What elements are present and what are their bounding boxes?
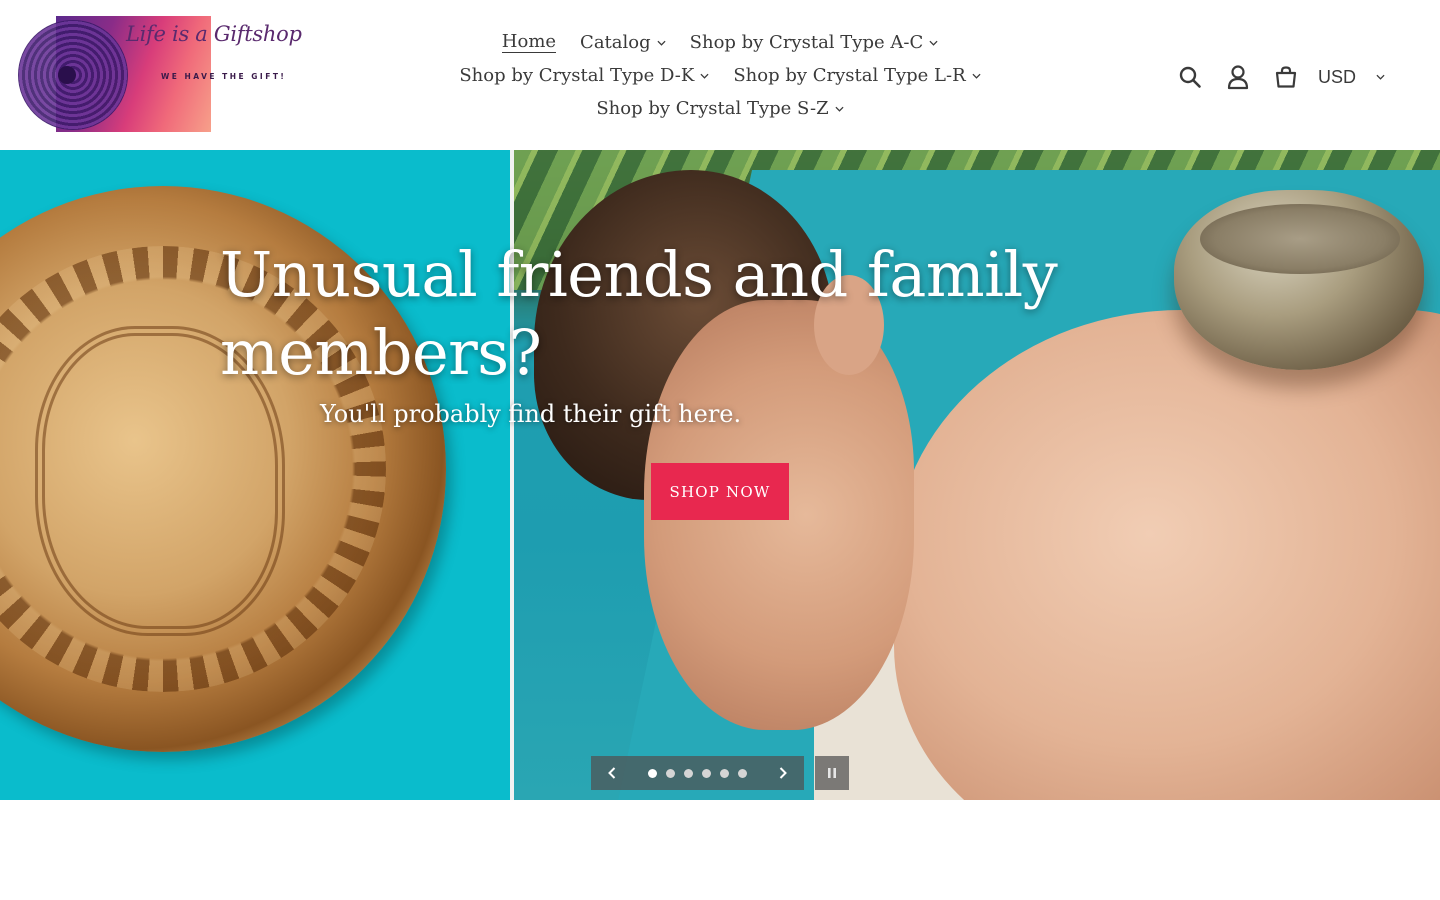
shop-now-button[interactable]: SHOP NOW (651, 463, 789, 520)
currency-selector[interactable]: USD (1318, 67, 1385, 88)
hero-subtitle: You'll probably find their gift here. (320, 400, 742, 428)
nav-row-1: Home Catalog Shop by Crystal Type A-C (400, 26, 1040, 59)
slide-dot-4[interactable] (702, 768, 711, 778)
nav-item-label: Shop by Crystal Type D-K (459, 65, 695, 86)
search-button[interactable] (1176, 60, 1204, 94)
main-navigation: Home Catalog Shop by Crystal Type A-C Sh… (400, 26, 1040, 125)
nav-item-label: Catalog (580, 32, 651, 53)
hero-title: Unusual friends and family members? (220, 238, 1058, 389)
search-icon (1179, 66, 1201, 88)
slideshow-controls (591, 756, 804, 790)
chevron-down-icon (835, 106, 844, 112)
nav-row-3: Shop by Crystal Type S-Z (400, 92, 1040, 125)
nav-item-home[interactable]: Home (490, 26, 568, 59)
next-slide-button[interactable] (762, 756, 804, 790)
chevron-down-icon (657, 40, 666, 46)
nav-item-crystal-d-k[interactable]: Shop by Crystal Type D-K (447, 59, 721, 92)
slide-dots (633, 768, 762, 778)
slide-dot-3[interactable] (684, 768, 693, 778)
nav-item-crystal-a-c[interactable]: Shop by Crystal Type A-C (678, 26, 951, 59)
nav-item-label: Shop by Crystal Type A-C (689, 32, 924, 53)
chevron-left-icon (608, 767, 616, 779)
previous-slide-button[interactable] (591, 756, 633, 790)
nav-item-catalog[interactable]: Catalog (568, 26, 678, 59)
slide-dot-1[interactable] (648, 768, 657, 778)
store-logo[interactable]: Life is a Giftshop WE HAVE THE GIFT! (18, 16, 306, 133)
chevron-down-icon (972, 73, 981, 79)
hero-slideshow: Unusual friends and family members? You'… (0, 150, 1440, 800)
slide-dot-6[interactable] (738, 768, 747, 778)
account-button[interactable] (1224, 60, 1252, 94)
account-icon (1227, 65, 1249, 90)
slide-dot-2[interactable] (666, 768, 675, 778)
nav-item-crystal-l-r[interactable]: Shop by Crystal Type L-R (721, 59, 992, 92)
nav-item-crystal-s-z[interactable]: Shop by Crystal Type S-Z (584, 92, 855, 125)
chevron-down-icon (929, 40, 938, 46)
nav-item-label: Home (501, 31, 557, 53)
chevron-right-icon (779, 767, 787, 779)
cart-icon (1275, 66, 1297, 88)
chevron-down-icon (1376, 74, 1385, 80)
header-icons: USD (1176, 60, 1385, 94)
nav-item-label: Shop by Crystal Type S-Z (596, 98, 829, 119)
slide-dot-5[interactable] (720, 768, 729, 778)
logo-title: Life is a Giftshop (126, 22, 302, 46)
pause-slideshow-button[interactable] (815, 756, 849, 790)
site-header: Life is a Giftshop WE HAVE THE GIFT! Hom… (0, 0, 1440, 150)
nav-row-2: Shop by Crystal Type D-K Shop by Crystal… (400, 59, 1040, 92)
currency-label: USD (1318, 66, 1357, 87)
cart-button[interactable] (1272, 60, 1300, 94)
nav-item-label: Shop by Crystal Type L-R (733, 65, 966, 86)
logo-tagline: WE HAVE THE GIFT! (161, 72, 287, 81)
chevron-down-icon (700, 73, 709, 79)
pause-icon (828, 768, 836, 778)
